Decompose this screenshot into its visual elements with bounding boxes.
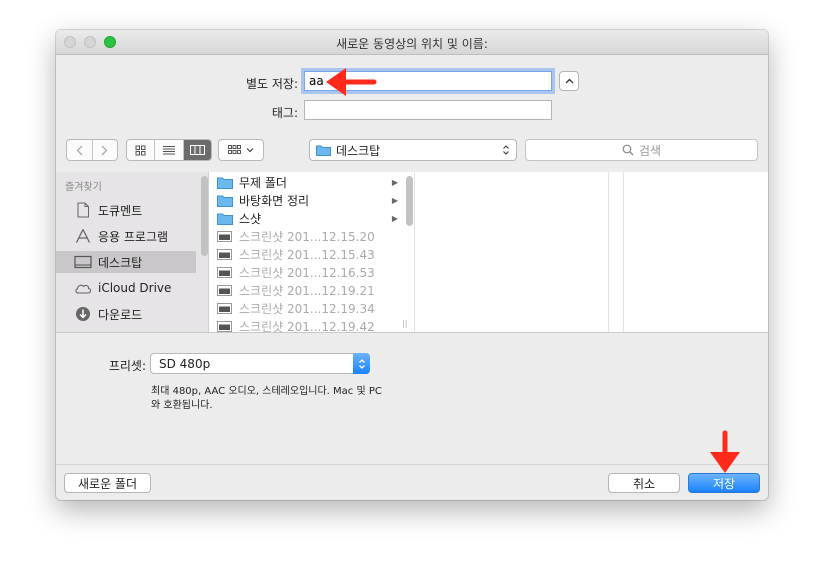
- annotation-arrow-down-icon: [710, 430, 740, 473]
- sidebar: 즐겨찾기 도큐멘트 응용 프로그램 데스크탑 iCloud Drive 다운로드: [56, 172, 209, 332]
- file-name: 스샷: [239, 211, 262, 226]
- chevron-left-icon: [76, 145, 83, 155]
- download-icon: [72, 306, 94, 322]
- list-view-icon: [162, 146, 175, 155]
- sidebar-item-documents[interactable]: 도큐멘트: [56, 199, 196, 221]
- sidebar-item-label: 데스크탑: [98, 255, 143, 270]
- screenshot-file-icon: [217, 230, 232, 242]
- preset-value: SD 480p: [159, 356, 211, 371]
- screenshot-file-icon: [217, 266, 232, 278]
- list-item[interactable]: 스크린샷 201...12.15.20: [209, 227, 404, 245]
- sidebar-item-applications[interactable]: 응용 프로그램: [56, 225, 196, 247]
- document-icon: [72, 202, 94, 218]
- folder-icon: [316, 145, 331, 156]
- icon-view-icon: [135, 145, 146, 155]
- empty-column: [415, 172, 609, 332]
- list-item[interactable]: 바탕화면 정리 ▶: [209, 191, 404, 209]
- favorites-heading: 즐겨찾기: [65, 182, 102, 193]
- sidebar-scrollbar[interactable]: [201, 176, 208, 256]
- forward-button[interactable]: [93, 140, 118, 160]
- list-item[interactable]: 스크린샷 201...12.15.43: [209, 245, 404, 263]
- tags-label: 태그:: [271, 106, 298, 120]
- disclosure-arrow-icon: ▶: [391, 195, 398, 205]
- column-view-button[interactable]: [183, 140, 211, 160]
- folder-icon: [217, 213, 233, 225]
- sidebar-item-desktop[interactable]: 데스크탑: [56, 251, 196, 273]
- sidebar-item-icloud-drive[interactable]: iCloud Drive: [56, 277, 196, 299]
- desktop-icon: [72, 255, 94, 269]
- location-popup[interactable]: 데스크탑: [309, 139, 517, 161]
- file-column-scrollbar[interactable]: [406, 176, 413, 226]
- title-bar: 새로운 동영상의 위치 및 이름:: [56, 30, 768, 55]
- search-field[interactable]: 검색: [525, 139, 758, 161]
- up-down-chevron-icon: [503, 145, 509, 155]
- empty-column-right: [624, 172, 768, 332]
- save-button[interactable]: 저장: [688, 473, 760, 493]
- sidebar-item-label: iCloud Drive: [98, 281, 172, 295]
- screenshot-file-icon: [217, 302, 232, 314]
- applications-icon: [72, 228, 94, 244]
- empty-column-narrow: [609, 172, 624, 332]
- file-name: 스크린샷 201...12.19.34: [239, 301, 375, 316]
- tags-field[interactable]: [304, 100, 552, 120]
- file-name: 스크린샷 201...12.15.43: [239, 247, 375, 262]
- grid-dropdown-icon: [228, 145, 241, 154]
- file-name: 스크린샷 201...12.15.20: [239, 229, 375, 244]
- list-view-button[interactable]: [155, 140, 184, 160]
- location-label: 데스크탑: [336, 143, 381, 158]
- cancel-button[interactable]: 취소: [608, 473, 680, 493]
- sidebar-item-label: 다운로드: [98, 307, 143, 322]
- preset-popup-arrows: [353, 353, 370, 374]
- screenshot-file-icon: [217, 284, 232, 296]
- file-name: 스크린샷 201...12.16.53: [239, 265, 375, 280]
- preset-label: 프리셋:: [108, 359, 146, 373]
- column-resize-handle[interactable]: ||: [402, 319, 407, 328]
- sidebar-item-downloads[interactable]: 다운로드: [56, 303, 196, 325]
- file-name: 스크린샷 201...12.19.21: [239, 283, 375, 298]
- preset-popup[interactable]: SD 480p: [150, 353, 370, 374]
- new-folder-button[interactable]: 새로운 폴더: [64, 473, 151, 493]
- chevron-up-icon: [565, 78, 573, 84]
- preset-description: 최대 480p, AAC 오디오, 스테레오입니다. Mac 및 PC와 호환됩…: [151, 386, 382, 411]
- file-column: 무제 폴더 ▶ 바탕화면 정리 ▶ 스샷 ▶ 스크린샷 201...12.15.…: [209, 172, 415, 332]
- list-item[interactable]: 스크린샷 201...12.19.34: [209, 299, 404, 317]
- column-view-icon: [189, 145, 205, 155]
- back-button[interactable]: [67, 140, 93, 160]
- back-forward-buttons: [66, 139, 118, 161]
- disclosure-arrow-icon: ▶: [391, 177, 398, 187]
- screenshot-file-icon: [217, 320, 232, 332]
- folder-icon: [217, 177, 233, 189]
- expand-dialog-button[interactable]: [559, 71, 579, 91]
- disclosure-arrow-icon: ▶: [391, 213, 398, 223]
- chevron-right-icon: [101, 145, 108, 155]
- search-icon: [622, 144, 634, 156]
- screenshot-file-icon: [217, 248, 232, 260]
- list-item[interactable]: 스크린샷 201...12.19.42: [209, 317, 404, 332]
- search-placeholder: 검색: [638, 143, 662, 158]
- icon-view-button[interactable]: [127, 140, 156, 160]
- folder-icon: [217, 195, 233, 207]
- group-by-button[interactable]: [218, 139, 264, 161]
- file-name: 스크린샷 201...12.19.42: [239, 319, 375, 333]
- list-item[interactable]: 무제 폴더 ▶: [209, 173, 404, 191]
- list-item[interactable]: 스크린샷 201...12.19.21: [209, 281, 404, 299]
- annotation-arrow-left-icon: [326, 68, 377, 96]
- cloud-icon: [72, 282, 94, 294]
- window-title: 새로운 동영상의 위치 및 이름:: [336, 37, 488, 51]
- up-down-chevron-icon: [358, 358, 365, 369]
- footer-divider: [56, 464, 768, 465]
- browser-divider: [56, 332, 768, 333]
- save-as-label: 별도 저장:: [245, 77, 298, 91]
- file-name: 바탕화면 정리: [239, 193, 310, 208]
- sidebar-item-label: 응용 프로그램: [98, 229, 169, 244]
- list-item[interactable]: 스샷 ▶: [209, 209, 404, 227]
- sidebar-item-label: 도큐멘트: [98, 203, 143, 218]
- save-dialog: 새로운 동영상의 위치 및 이름: 별도 저장: aa 태그: 데스크탑 검색 …: [56, 30, 768, 500]
- file-name: 무제 폴더: [239, 175, 287, 190]
- list-item[interactable]: 스크린샷 201...12.16.53: [209, 263, 404, 281]
- chevron-down-icon: [246, 148, 254, 153]
- view-mode-control: [126, 139, 212, 161]
